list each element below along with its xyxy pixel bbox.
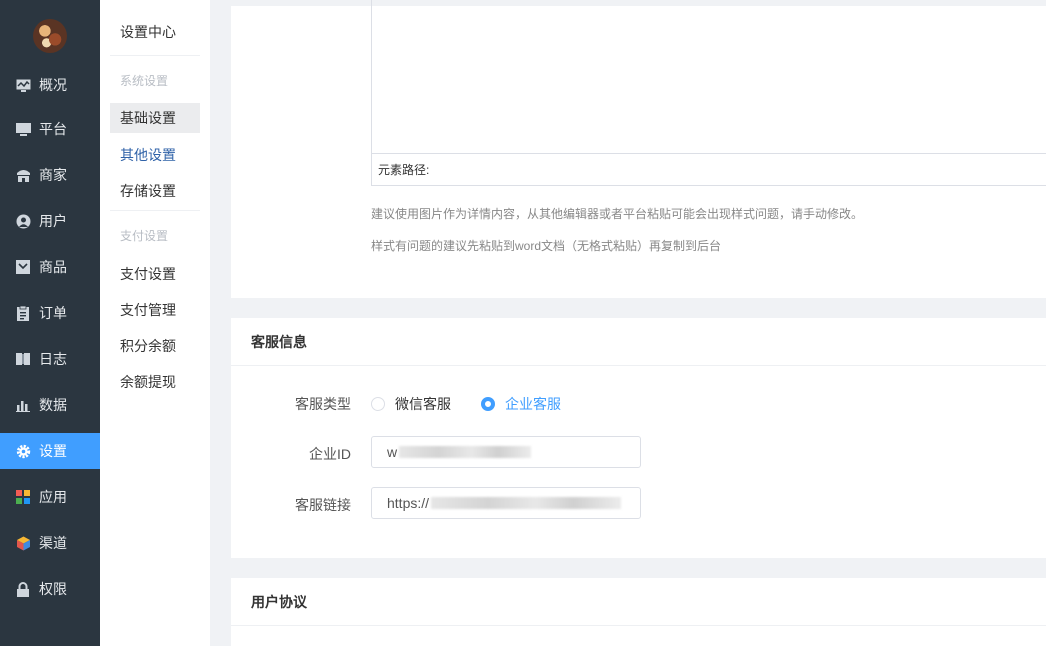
- redacted-value: [399, 446, 532, 458]
- sidebar-item-data[interactable]: 数据: [0, 387, 100, 423]
- divider: [110, 55, 200, 56]
- enterprise-id-input[interactable]: w: [371, 436, 641, 468]
- rich-text-editor[interactable]: 元素路径:: [371, 0, 1046, 186]
- radio-label: 微信客服: [395, 396, 451, 412]
- dashboard-icon: [15, 77, 31, 93]
- sidebar-item-label: 概况: [39, 77, 67, 93]
- radio-enterprise-service[interactable]: 企业客服: [481, 394, 561, 414]
- sidebar-item-goods[interactable]: 商品: [0, 249, 100, 285]
- sidebar-item-label: 用户: [39, 213, 67, 229]
- sidebar-item-label: 数据: [39, 397, 67, 413]
- section-title: 用户协议: [231, 578, 1046, 626]
- goods-icon: [15, 259, 31, 275]
- apps-grid-icon: [15, 489, 31, 505]
- main-sidebar: 概况 平台 商家 用户 商品 订单 日志 数据 设置 应用 渠道 权限: [0, 0, 100, 646]
- input-value: w: [387, 444, 398, 460]
- editor-element-path: 元素路径:: [372, 153, 1046, 185]
- sidebar-item-permissions[interactable]: 权限: [0, 571, 100, 607]
- radio-circle: [481, 397, 495, 411]
- enterprise-id-label: 企业ID: [309, 446, 351, 462]
- sidebar-item-label: 商家: [39, 167, 67, 183]
- subnav-item-other[interactable]: 其他设置: [110, 140, 200, 170]
- editor-hint-2: 样式有问题的建议先粘贴到word文档（无格式粘贴）再复制到后台: [371, 239, 722, 253]
- user-icon: [15, 213, 31, 229]
- subnav-group-payment: 支付设置: [120, 229, 169, 243]
- sidebar-item-overview[interactable]: 概况: [0, 67, 100, 103]
- radio-circle: [371, 397, 385, 411]
- sidebar-item-channels[interactable]: 渠道: [0, 525, 100, 561]
- sidebar-item-label: 应用: [39, 489, 67, 505]
- input-value: https://: [387, 495, 430, 511]
- sidebar-item-apps[interactable]: 应用: [0, 479, 100, 515]
- sidebar-item-label: 日志: [39, 351, 67, 367]
- subnav-group-system: 系统设置: [120, 74, 169, 88]
- avatar[interactable]: [33, 19, 67, 53]
- divider: [110, 210, 200, 211]
- section-title: 客服信息: [231, 318, 1046, 366]
- lock-icon: [15, 581, 31, 597]
- sidebar-item-merchant[interactable]: 商家: [0, 157, 100, 193]
- subnav-item-payment-manage[interactable]: 支付管理: [110, 295, 200, 325]
- sidebar-item-label: 订单: [39, 305, 67, 321]
- sidebar-item-logs[interactable]: 日志: [0, 341, 100, 377]
- subnav-item-points-balance[interactable]: 积分余额: [110, 331, 200, 361]
- sidebar-item-users[interactable]: 用户: [0, 203, 100, 239]
- editor-hint-1: 建议使用图片作为详情内容，从其他编辑器或者平台粘贴可能会出现样式问题，请手动修改…: [371, 207, 864, 221]
- radio-wechat-service[interactable]: 微信客服: [371, 394, 451, 414]
- shop-icon: [15, 167, 31, 183]
- subnav-item-basic[interactable]: 基础设置: [110, 103, 200, 133]
- service-link-input[interactable]: https://: [371, 487, 641, 519]
- sidebar-item-platform[interactable]: 平台: [0, 111, 100, 147]
- redacted-value: [431, 497, 622, 509]
- clipboard-icon: [15, 305, 31, 321]
- sidebar-item-label: 平台: [39, 121, 67, 137]
- service-link-label: 客服链接: [295, 497, 351, 513]
- gear-icon: [15, 443, 31, 459]
- subnav-item-payment-settings[interactable]: 支付设置: [110, 259, 200, 289]
- subnav-title: 设置中心: [120, 24, 176, 40]
- sidebar-item-label: 商品: [39, 259, 67, 275]
- sidebar-item-orders[interactable]: 订单: [0, 295, 100, 331]
- monitor-icon: [15, 121, 31, 137]
- cube-icon: [15, 535, 31, 551]
- sidebar-item-label: 设置: [39, 443, 67, 459]
- sidebar-item-label: 权限: [39, 581, 67, 597]
- subnav-item-withdraw[interactable]: 余额提现: [110, 367, 200, 397]
- service-type-label: 客服类型: [295, 396, 351, 412]
- user-agreement-card: 用户协议: [231, 578, 1046, 646]
- sidebar-item-label: 渠道: [39, 535, 67, 551]
- subnav-item-storage[interactable]: 存储设置: [110, 176, 200, 206]
- sidebar-item-settings[interactable]: 设置: [0, 433, 100, 469]
- settings-subnav: 设置中心 系统设置 基础设置 其他设置 存储设置 支付设置 支付设置 支付管理 …: [100, 0, 210, 646]
- radio-label: 企业客服: [505, 396, 561, 412]
- bar-chart-icon: [15, 397, 31, 413]
- book-icon: [15, 351, 31, 367]
